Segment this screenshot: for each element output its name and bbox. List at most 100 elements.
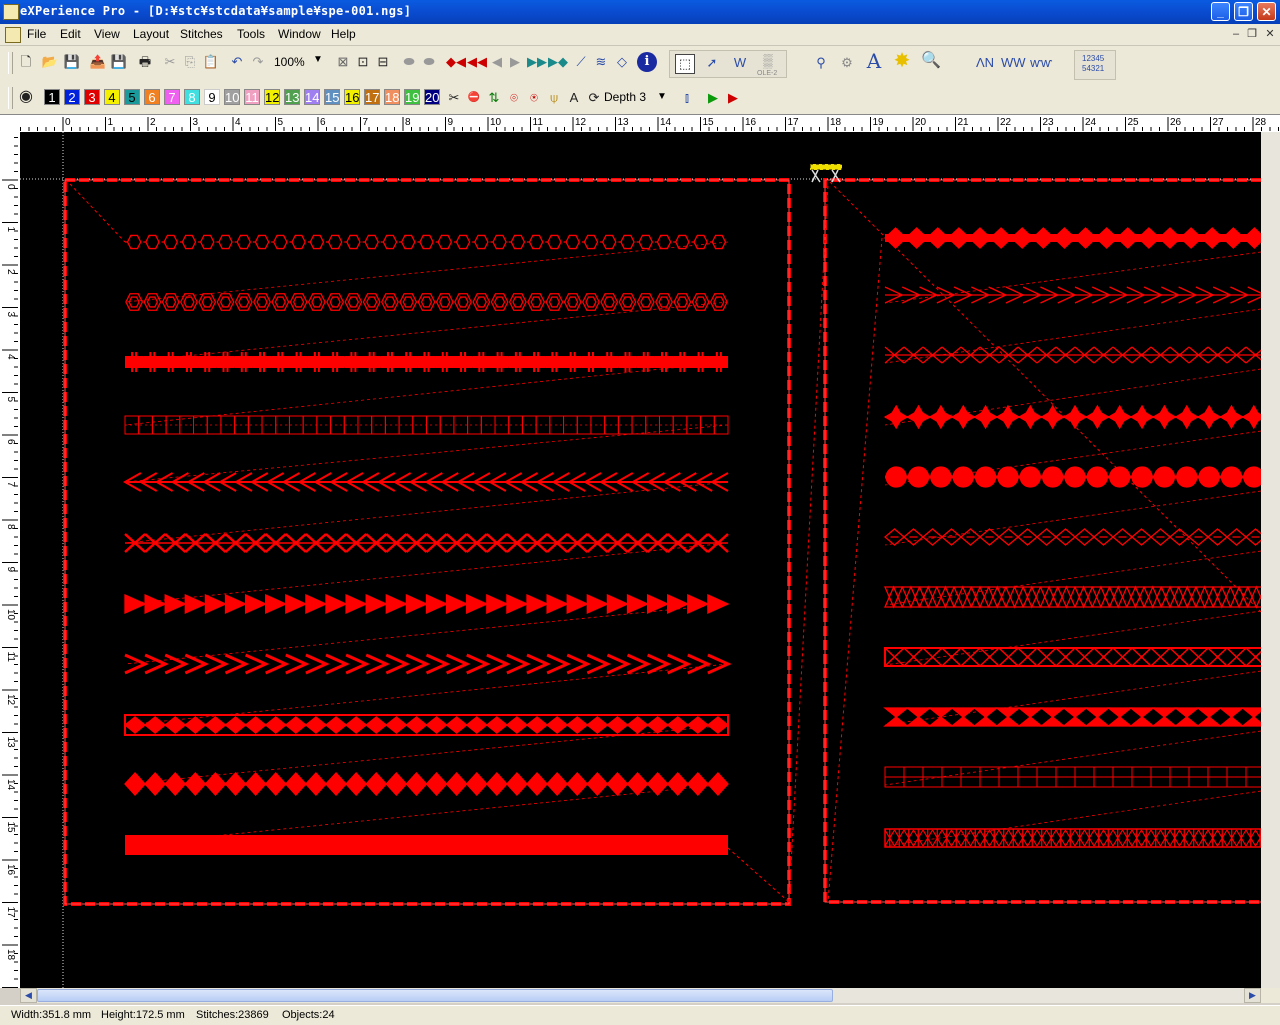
maximize-button[interactable]: ❐ <box>1234 2 1253 21</box>
toolbar-grip-2[interactable] <box>8 87 13 109</box>
color-swatch-8[interactable]: 8 <box>184 89 200 105</box>
color-swatch-18[interactable]: 18 <box>384 89 400 105</box>
auto-digitize-icon[interactable]: ✸ <box>893 51 911 71</box>
first-object-icon[interactable]: ◆◀ <box>446 53 466 71</box>
text-tool-icon[interactable]: A <box>865 51 883 71</box>
last-object-icon[interactable]: ▶◆ <box>548 53 568 71</box>
sequence-bottom[interactable]: 54321 <box>1082 64 1104 73</box>
letter-icon[interactable]: A <box>565 89 583 107</box>
mdi-minimize-button[interactable]: – <box>1229 28 1243 41</box>
color-swatch-6[interactable]: 6 <box>144 89 160 105</box>
monogram-icon-1[interactable]: ɅN <box>973 54 997 72</box>
menu-stitches[interactable]: Stitches <box>180 27 223 41</box>
zoom-fit-icon[interactable]: ⊠ <box>334 53 352 71</box>
fill-tool-icon[interactable]: ◇ <box>613 53 631 71</box>
horizontal-ruler[interactable]: 0 1 2 3 4 5 6 7 8 9 10 11 12 13 14 15 16 17 18 19 20 21 22 23 24… <box>0 114 1280 134</box>
color-swatch-16[interactable]: 16 <box>344 89 360 105</box>
ole-icon[interactable]: ▒ <box>759 52 777 70</box>
play-icon[interactable]: ▶ <box>704 89 722 107</box>
redo-icon[interactable]: ↷ <box>249 53 267 71</box>
zoom-select-icon[interactable]: ⊡ <box>354 53 372 71</box>
next-color-icon[interactable]: ▶▶ <box>527 53 547 71</box>
needle-down-icon[interactable]: ⍟ <box>525 89 543 107</box>
document-icon[interactable] <box>5 27 21 43</box>
menu-file[interactable]: File <box>27 27 46 41</box>
mdi-close-button[interactable]: ✕ <box>1263 28 1277 41</box>
depth-icon[interactable]: ⟳ <box>585 89 603 107</box>
color-swatch-9[interactable]: 9 <box>204 89 220 105</box>
cut-icon[interactable]: ✂ <box>161 53 179 71</box>
copy-icon[interactable]: ⎘ <box>181 53 199 71</box>
split-icon[interactable]: ⫾ <box>678 89 696 107</box>
stitch-edit-icon[interactable]: W <box>731 54 749 72</box>
horizontal-scrollbar[interactable]: ◀ ▶ <box>20 988 1261 1003</box>
color-swatch-2[interactable]: 2 <box>64 89 80 105</box>
mdi-restore-button[interactable]: ❐ <box>1245 28 1259 41</box>
select-tool-icon[interactable]: ⬚ <box>675 54 695 74</box>
vertical-ruler[interactable]: 012345678910111213141516171819 <box>0 132 21 988</box>
digitize-icon[interactable]: ⚲ <box>812 54 830 72</box>
color-swatch-11[interactable]: 11 <box>244 89 260 105</box>
stop-icon[interactable]: ⛔ <box>465 89 483 107</box>
jump-icon[interactable]: ⇅ <box>485 89 503 107</box>
line-tool-icon[interactable]: ⟋ <box>572 53 590 71</box>
color-swatch-14[interactable]: 14 <box>304 89 320 105</box>
needle-up-icon[interactable]: ⌾ <box>505 89 523 107</box>
needle-icon[interactable]: ⍦ <box>545 89 563 107</box>
zoom-select[interactable]: 100% ▼ <box>272 53 324 71</box>
color-swatch-4[interactable]: 4 <box>104 89 120 105</box>
gear-icon[interactable]: ⚙ <box>838 54 856 72</box>
close-button[interactable]: ✕ <box>1257 2 1276 21</box>
horizontal-scroll-thumb[interactable] <box>37 989 833 1002</box>
color-swatch-17[interactable]: 17 <box>364 89 380 105</box>
print-icon[interactable]: 🖶 <box>136 53 154 71</box>
menu-layout[interactable]: Layout <box>133 27 169 41</box>
monogram-icon-3[interactable]: ⱳⱳ <box>1029 54 1053 72</box>
depth-select[interactable]: Depth 3 <box>604 90 646 104</box>
magnifier-icon[interactable]: 🔍 <box>921 52 941 70</box>
app-icon[interactable] <box>3 4 19 20</box>
undo-icon[interactable]: ↶ <box>228 53 246 71</box>
prev-color-icon[interactable]: ◀◀ <box>467 53 487 71</box>
vertical-scrollbar[interactable] <box>1261 132 1280 988</box>
menu-view[interactable]: View <box>94 27 120 41</box>
info-icon[interactable]: i <box>637 52 657 72</box>
import-icon[interactable]: 📤 <box>89 53 107 71</box>
prev-stitch-icon[interactable]: ◀ <box>488 53 506 71</box>
paste-icon[interactable]: 📋 <box>202 53 220 71</box>
color-swatch-5[interactable]: 5 <box>124 89 140 105</box>
save-icon[interactable]: 💾 <box>110 53 128 71</box>
wave-tool-icon[interactable]: ≋ <box>592 53 610 71</box>
toolbar-grip[interactable] <box>8 52 13 74</box>
color-swatch-7[interactable]: 7 <box>164 89 180 105</box>
chevron-down-icon[interactable]: ▼ <box>657 91 667 102</box>
design-canvas[interactable] <box>20 132 1261 988</box>
scroll-right-button[interactable]: ▶ <box>1244 988 1261 1003</box>
sequence-top[interactable]: 12345 <box>1082 54 1104 63</box>
color-swatch-1[interactable]: 1 <box>44 89 60 105</box>
menu-window[interactable]: Window <box>278 27 321 41</box>
open-file-icon[interactable]: 📂 <box>41 53 59 71</box>
node-edit-icon[interactable]: ➚ <box>703 54 721 72</box>
color-swatch-15[interactable]: 15 <box>324 89 340 105</box>
stitch-fwd-icon[interactable]: ⬬ <box>420 53 438 71</box>
embroidery-design[interactable] <box>20 132 1261 988</box>
color-palette-icon[interactable]: ◉ <box>17 88 35 106</box>
color-swatch-19[interactable]: 19 <box>404 89 420 105</box>
color-swatch-13[interactable]: 13 <box>284 89 300 105</box>
color-swatch-10[interactable]: 10 <box>224 89 240 105</box>
menu-tools[interactable]: Tools <box>237 27 265 41</box>
color-swatch-3[interactable]: 3 <box>84 89 100 105</box>
scroll-left-button[interactable]: ◀ <box>20 988 37 1003</box>
new-file-icon[interactable]: 🗋 <box>17 53 35 71</box>
menu-edit[interactable]: Edit <box>60 27 81 41</box>
next-stitch-icon[interactable]: ▶ <box>506 53 524 71</box>
record-icon[interactable]: ▶ <box>724 89 742 107</box>
stitch-back-icon[interactable]: ⬬ <box>400 53 418 71</box>
monogram-icon-2[interactable]: WW <box>1001 54 1026 72</box>
trim-icon[interactable]: ✂ <box>445 89 463 107</box>
minimize-button[interactable]: _ <box>1211 2 1230 21</box>
save-as-icon[interactable]: 💾 <box>63 53 81 71</box>
color-swatch-20[interactable]: 20 <box>424 89 440 105</box>
color-swatch-12[interactable]: 12 <box>264 89 280 105</box>
